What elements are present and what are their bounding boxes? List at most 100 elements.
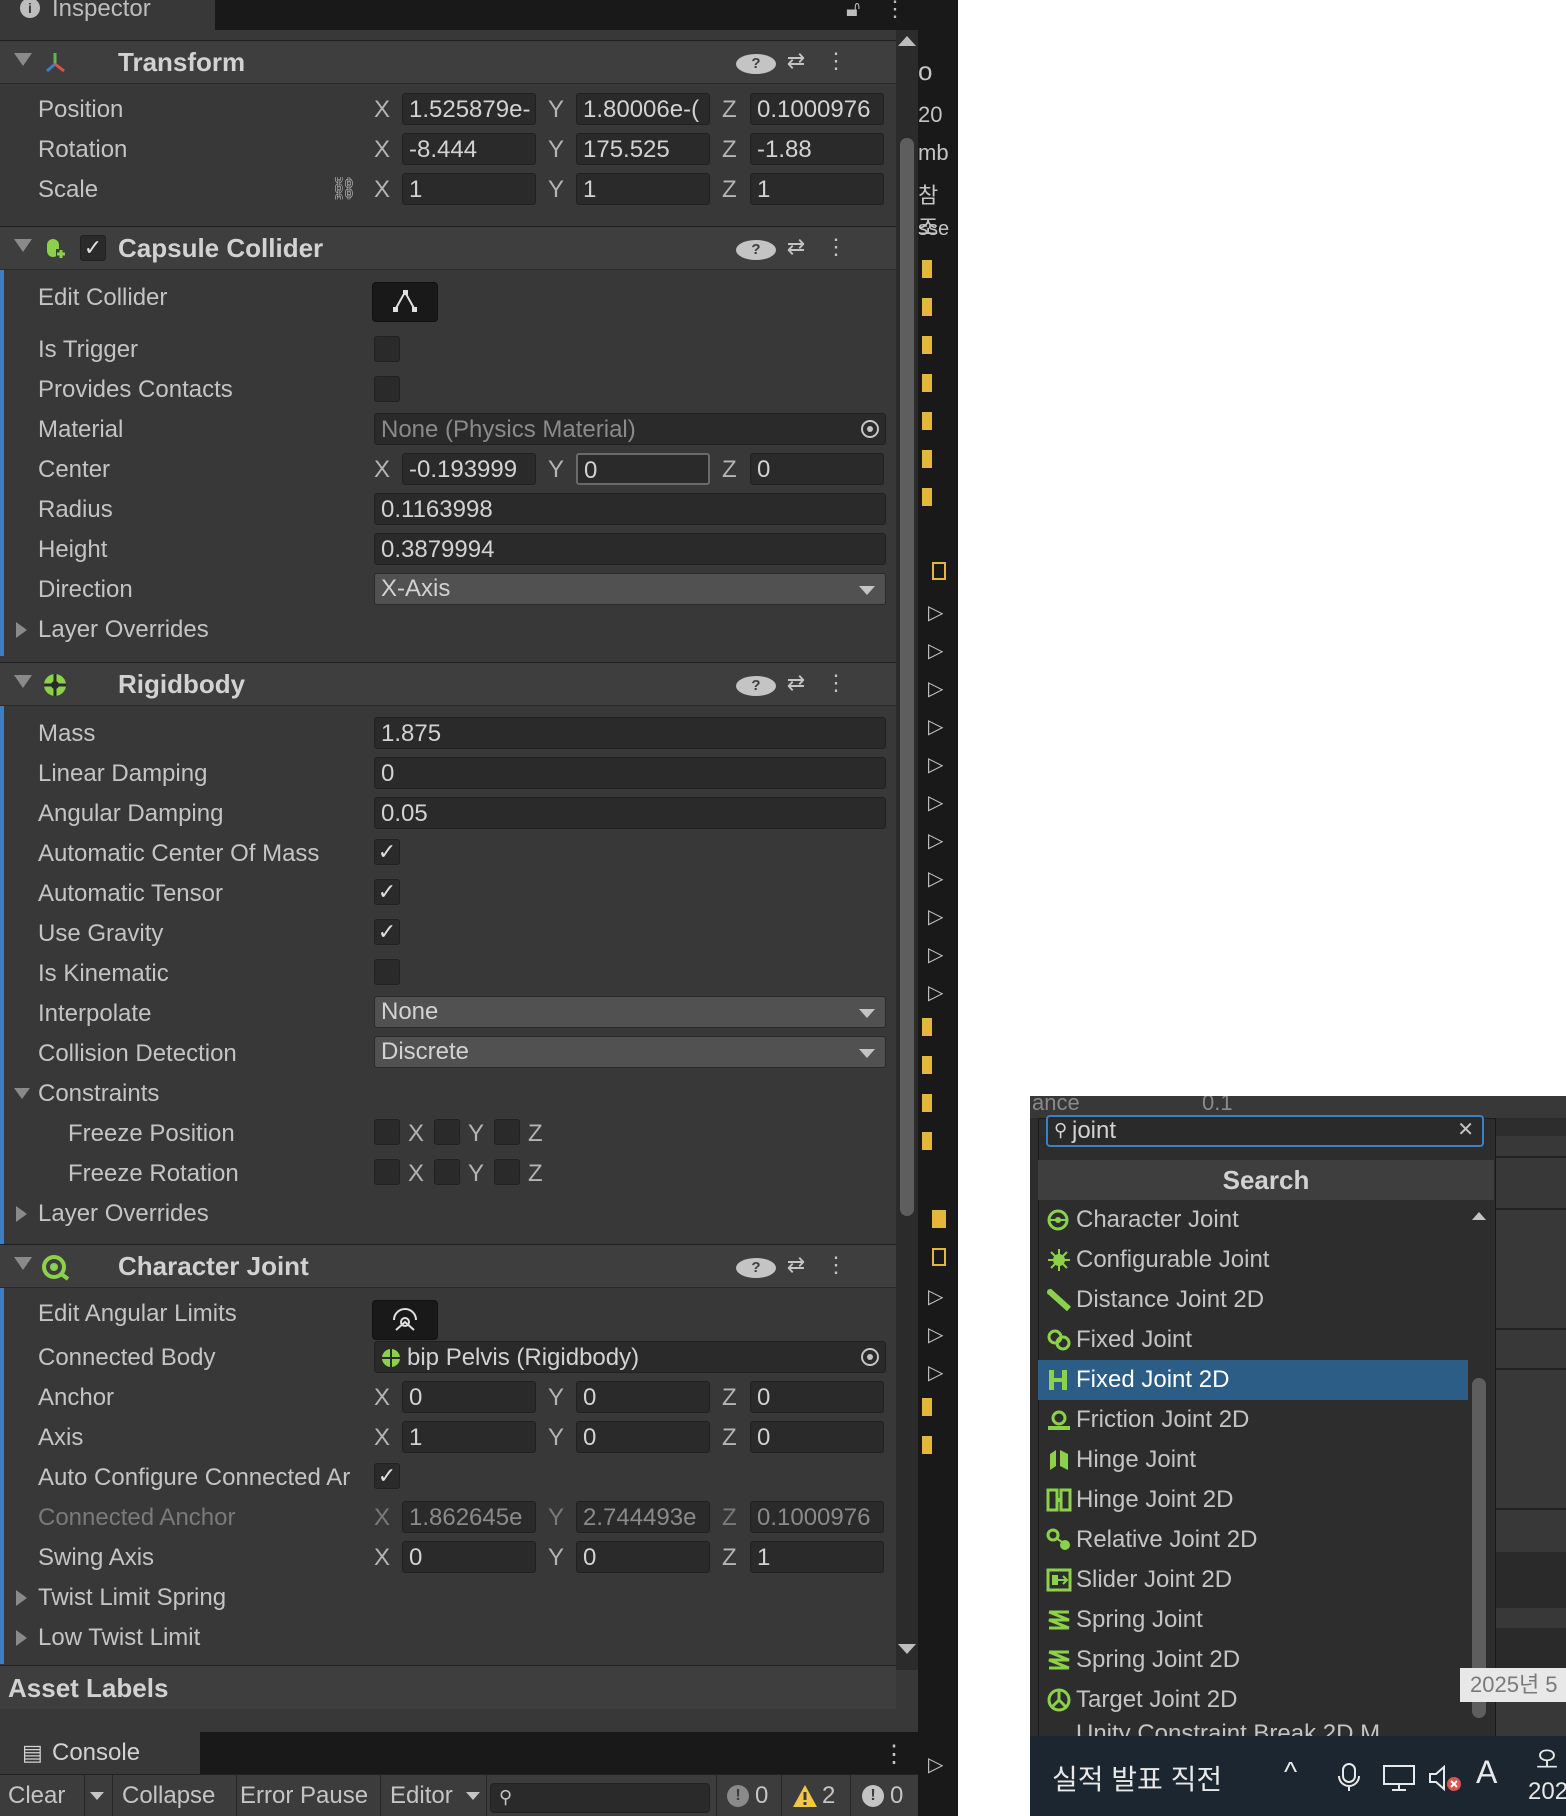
transform-header[interactable]: Transform ? ⇄ ⋮ xyxy=(0,40,896,84)
expand-arrow-icon[interactable]: ▷ xyxy=(928,714,943,739)
provides-contacts-checkbox[interactable] xyxy=(374,376,400,402)
anchor-x-field[interactable]: 0 xyxy=(402,1381,536,1413)
help-icon[interactable]: ? xyxy=(736,48,776,74)
axis-y-field[interactable]: 0 xyxy=(576,1421,710,1453)
expand-arrow-icon[interactable] xyxy=(16,622,27,638)
freeze-position-y-checkbox[interactable] xyxy=(434,1119,460,1145)
expand-arrow-icon[interactable]: ▷ xyxy=(928,1322,943,1347)
search-result-item[interactable]: Character Joint xyxy=(1038,1200,1468,1240)
taskbar-notification[interactable]: 실적 발표 직전 xyxy=(1052,1758,1222,1798)
scale-x-field[interactable]: 1 xyxy=(402,173,536,205)
editor-dropdown[interactable]: Editor xyxy=(382,1775,487,1816)
network-icon[interactable] xyxy=(1382,1764,1416,1792)
clear-options-dropdown[interactable] xyxy=(84,1775,113,1816)
search-result-item[interactable]: Spring Joint xyxy=(1038,1600,1468,1640)
search-result-item[interactable]: Hinge Joint 2D xyxy=(1038,1480,1468,1520)
object-picker-icon[interactable] xyxy=(861,1348,879,1366)
is-kinematic-checkbox[interactable] xyxy=(374,959,400,985)
freeze-rotation-z-checkbox[interactable] xyxy=(494,1159,520,1185)
microphone-icon[interactable] xyxy=(1336,1762,1362,1792)
help-icon[interactable]: ? xyxy=(736,234,776,260)
help-icon[interactable]: ? xyxy=(736,670,776,696)
search-result-item-selected[interactable]: Fixed Joint 2D xyxy=(1038,1360,1468,1400)
center-y-field[interactable]: 0 xyxy=(576,453,710,485)
position-x-field[interactable]: 1.525879e- xyxy=(402,93,536,125)
collapse-button[interactable]: Collapse xyxy=(114,1775,237,1816)
constrain-proportions-icon[interactable]: ⛓ xyxy=(330,176,358,202)
auto-configure-checkbox[interactable]: ✓ xyxy=(374,1463,400,1489)
scroll-down-icon[interactable] xyxy=(898,1644,916,1654)
freeze-position-x-checkbox[interactable] xyxy=(374,1119,400,1145)
constraints-foldout[interactable]: Constraints xyxy=(38,1080,159,1108)
rotation-y-field[interactable]: 175.525 xyxy=(576,133,710,165)
expand-arrow-icon[interactable]: ▷ xyxy=(928,638,943,663)
is-trigger-checkbox[interactable] xyxy=(374,336,400,362)
component-enabled-checkbox[interactable]: ✓ xyxy=(80,235,106,261)
search-result-item[interactable]: Fixed Joint xyxy=(1038,1320,1468,1360)
axis-z-field[interactable]: 0 xyxy=(750,1421,884,1453)
search-result-item[interactable]: Friction Joint 2D xyxy=(1038,1400,1468,1440)
layer-overrides-foldout[interactable]: Layer Overrides xyxy=(38,616,209,644)
clear-search-icon[interactable]: ✕ xyxy=(1457,1116,1474,1144)
edit-angular-limits-button[interactable] xyxy=(372,1300,438,1340)
swing-axis-x-field[interactable]: 0 xyxy=(402,1541,536,1573)
ime-indicator[interactable]: A xyxy=(1476,1754,1497,1791)
expand-arrow-icon[interactable]: ▷ xyxy=(928,942,943,967)
rigidbody-header[interactable]: Rigidbody ? ⇄ ⋮ xyxy=(0,662,896,706)
lock-icon[interactable]: 🔓︎ xyxy=(846,0,860,22)
expand-arrow-icon[interactable]: ▷ xyxy=(928,1284,943,1309)
connected-body-field[interactable]: bip Pelvis (Rigidbody) xyxy=(374,1341,886,1373)
expand-arrow-icon[interactable]: ▷ xyxy=(928,752,943,777)
clear-button[interactable]: Clear xyxy=(0,1775,85,1816)
component-menu-icon[interactable]: ⋮ xyxy=(816,48,856,74)
component-menu-icon[interactable]: ⋮ xyxy=(816,234,856,260)
anchor-y-field[interactable]: 0 xyxy=(576,1381,710,1413)
search-result-item[interactable]: Distance Joint 2D xyxy=(1038,1280,1468,1320)
search-result-item[interactable]: Configurable Joint xyxy=(1038,1240,1468,1280)
position-y-field[interactable]: 1.80006e-( xyxy=(576,93,710,125)
clock-time[interactable]: 오 xyxy=(1536,1740,1558,1775)
expand-arrow-icon[interactable] xyxy=(16,1590,27,1606)
freeze-rotation-y-checkbox[interactable] xyxy=(434,1159,460,1185)
rotation-z-field[interactable]: -1.88 xyxy=(750,133,884,165)
component-menu-icon[interactable]: ⋮ xyxy=(816,670,856,696)
expand-arrow-icon[interactable] xyxy=(16,1206,27,1222)
expand-arrow-icon[interactable]: ▷ xyxy=(928,600,943,625)
tab-console[interactable]: ▤ Console xyxy=(0,1732,200,1774)
expand-arrow-icon[interactable]: ▷ xyxy=(928,980,943,1005)
tab-inspector[interactable]: i Inspector xyxy=(0,0,215,30)
search-result-item[interactable]: Relative Joint 2D xyxy=(1038,1520,1468,1560)
presets-icon[interactable]: ⇄ xyxy=(776,1252,816,1278)
collapse-arrow-icon[interactable] xyxy=(14,1257,32,1270)
interpolate-dropdown[interactable]: None xyxy=(374,996,886,1028)
search-result-item[interactable]: Target Joint 2D xyxy=(1038,1680,1468,1720)
collapse-arrow-icon[interactable] xyxy=(14,53,32,66)
scroll-up-icon[interactable] xyxy=(898,36,916,46)
collapse-arrow-icon[interactable] xyxy=(14,675,32,688)
center-x-field[interactable]: -0.193999 xyxy=(402,453,536,485)
search-result-item[interactable]: Hinge Joint xyxy=(1038,1440,1468,1480)
direction-dropdown[interactable]: X-Axis xyxy=(374,573,886,605)
angular-damping-field[interactable]: 0.05 xyxy=(374,797,886,829)
swing-axis-y-field[interactable]: 0 xyxy=(576,1541,710,1573)
layer-overrides-foldout[interactable]: Layer Overrides xyxy=(38,1200,209,1228)
speaker-muted-icon[interactable] xyxy=(1428,1764,1462,1792)
help-icon[interactable]: ? xyxy=(736,1252,776,1278)
height-field[interactable]: 0.3879994 xyxy=(374,533,886,565)
error-pause-button[interactable]: Error Pause xyxy=(232,1775,381,1816)
center-z-field[interactable]: 0 xyxy=(750,453,884,485)
collision-detection-dropdown[interactable]: Discrete xyxy=(374,1036,886,1068)
expand-arrow-icon[interactable]: ▷ xyxy=(928,1360,943,1385)
material-field[interactable]: None (Physics Material) xyxy=(374,413,886,445)
asset-labels-header[interactable]: Asset Labels xyxy=(0,1665,896,1710)
console-menu-icon[interactable]: ⋮ xyxy=(882,1740,906,1769)
console-search-input[interactable]: ⚲ xyxy=(490,1783,710,1813)
warning-filter-button[interactable]: 2 xyxy=(784,1775,851,1816)
freeze-position-z-checkbox[interactable] xyxy=(494,1119,520,1145)
collapse-arrow-icon[interactable] xyxy=(14,1088,30,1099)
use-gravity-checkbox[interactable]: ✓ xyxy=(374,919,400,945)
mass-field[interactable]: 1.875 xyxy=(374,717,886,749)
presets-icon[interactable]: ⇄ xyxy=(776,670,816,696)
axis-x-field[interactable]: 1 xyxy=(402,1421,536,1453)
search-result-item[interactable]: Unity Constraint Break 2D M xyxy=(1038,1720,1468,1736)
